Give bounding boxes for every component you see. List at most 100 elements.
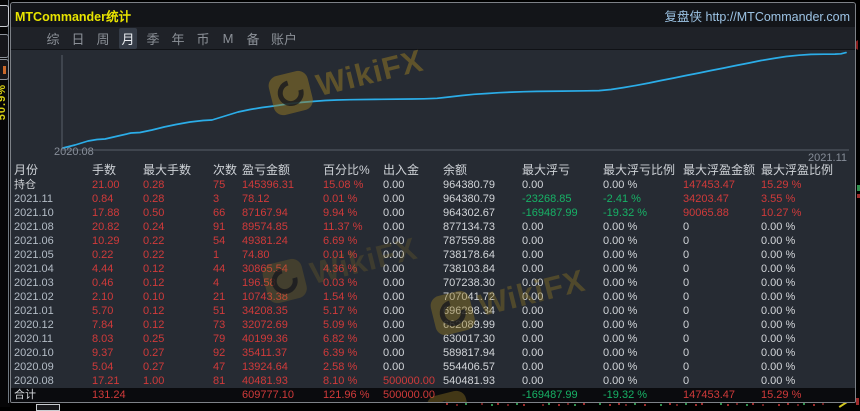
- table-cell: 0.00: [383, 347, 405, 359]
- table-row: 2021.11 0.84 0.28 3 78.12 0.01 % 0.00 964380.79…: [11, 192, 855, 206]
- table-cell: 2021.06: [14, 235, 54, 247]
- table-cell: 0: [683, 347, 690, 359]
- table-cell: 0.84: [92, 193, 114, 205]
- table-cell: 79: [213, 333, 226, 345]
- candle-fragment: [506, 404, 509, 406]
- table-cell: 6.82 %: [323, 333, 358, 345]
- menu-item-综[interactable]: 综: [44, 28, 62, 49]
- column-header: 余额: [443, 163, 468, 177]
- table-cell: 0.00 %: [603, 221, 638, 233]
- table-cell: 2021.11: [14, 193, 53, 205]
- candle-fragment: [618, 403, 620, 405]
- table-cell: 609777.10: [242, 389, 294, 401]
- table-cell: 0.00 %: [761, 249, 796, 261]
- menu-item-周[interactable]: 周: [94, 28, 112, 49]
- table-cell: 196.58: [242, 277, 276, 289]
- table-cell: 2021.05: [14, 249, 54, 261]
- candle-fragment: [557, 404, 560, 406]
- column-header: 次数: [213, 163, 238, 177]
- table-cell: 3: [213, 193, 220, 205]
- menu-item-币[interactable]: 币: [194, 28, 212, 49]
- table-cell: 0.00 %: [761, 235, 796, 247]
- table-row: 持仓 21.00 0.28 75 145396.31 15.08 % 0.00 964380.…: [11, 178, 855, 192]
- table-cell: 0: [683, 235, 690, 247]
- table-cell: 0.00 %: [761, 333, 796, 345]
- table-total-row: 合计 131.24 609777.10 121.96 % 500000.00 -16948…: [11, 388, 855, 402]
- table-cell: 4: [213, 277, 220, 289]
- candle-fragment: [752, 403, 754, 405]
- table-cell: 9.37: [92, 347, 114, 359]
- column-header: 最大手数: [143, 163, 192, 177]
- table-cell: 54: [213, 235, 226, 247]
- table-cell: 121.96 %: [323, 389, 370, 401]
- table-cell: 500000.00: [383, 389, 435, 401]
- menu-item-季[interactable]: 季: [144, 28, 162, 49]
- table-cell: 1.54 %: [323, 291, 358, 303]
- candle-fragment: [796, 404, 799, 406]
- table-row: 2020.10 9.37 0.27 92 35411.37 6.39 % 0.00 58981…: [11, 346, 855, 360]
- menu-item-账户[interactable]: 账户: [269, 28, 299, 49]
- table-cell: -19.32 %: [603, 207, 648, 219]
- table-cell: 0.00 %: [603, 375, 638, 387]
- table-cell: 5.04: [92, 361, 114, 373]
- table-cell: 0.00: [522, 375, 544, 387]
- toolbar-button-fragment: [0, 5, 9, 27]
- table-cell: 0.00 %: [761, 221, 796, 233]
- table-cell: 630017.30: [443, 333, 495, 345]
- table-cell: 0.22: [143, 249, 165, 261]
- table-cell: -23268.85: [522, 193, 572, 205]
- window-titlebar[interactable]: MTCommander统计 复盘侠 http://MTCommander.com: [11, 3, 855, 27]
- table-cell: 0.00 %: [761, 375, 796, 387]
- table-cell: 74.80: [242, 249, 270, 261]
- table-cell: 5.17 %: [323, 305, 358, 317]
- candle-fragment: [761, 404, 764, 406]
- menu-item-M[interactable]: M: [219, 30, 237, 47]
- table-cell: 147453.47: [683, 389, 735, 401]
- table-cell: 2020.09: [14, 361, 54, 373]
- table-cell: 6.69 %: [323, 235, 358, 247]
- table-cell: 0: [683, 277, 690, 289]
- table-cell: 147453.47: [683, 179, 735, 191]
- table-cell: 0.00: [522, 361, 544, 373]
- x-axis-start-label: 2020.08: [54, 146, 94, 158]
- table-body: 持仓 21.00 0.28 75 145396.31 15.08 % 0.00 964380.…: [11, 178, 855, 402]
- table-cell: 40481.93: [242, 375, 288, 387]
- table-cell: 2.10: [92, 291, 114, 303]
- table-cell: 0.01 %: [323, 249, 358, 261]
- balance-line: [62, 51, 847, 149]
- table-row: 2021.05 0.22 0.22 1 74.80 0.01 % 0.00 738178.64…: [11, 248, 855, 262]
- menu-item-日[interactable]: 日: [69, 28, 87, 49]
- column-header: 月份: [14, 163, 39, 177]
- table-cell: 0.00 %: [761, 361, 796, 373]
- table-cell: 540481.93: [443, 375, 495, 387]
- table-cell: 0.00: [522, 235, 544, 247]
- table-cell: 10.27 %: [761, 207, 802, 219]
- table-cell: 15.29 %: [761, 179, 802, 191]
- menu-bar: 综日周月季年币 M 备账户: [11, 27, 855, 49]
- table-cell: 0: [683, 333, 690, 345]
- table-cell: 0: [683, 291, 690, 303]
- table-cell: 0: [683, 249, 690, 261]
- table-cell: 32072.69: [242, 319, 288, 331]
- table-cell: 0.22: [92, 249, 114, 261]
- table-cell: 145396.31: [242, 179, 294, 191]
- table-cell: 0.00: [383, 221, 405, 233]
- table-cell: 0.00 %: [603, 249, 638, 261]
- table-header-row: 月份 手数 最大手数 次数 盈亏金额 百分比% 出入金 余额 最大浮亏 最大浮亏比例 最大浮盈金额最…: [11, 163, 855, 178]
- candle-fragment: [675, 404, 678, 406]
- candle-fragment: [643, 404, 646, 406]
- table-cell: 5.09 %: [323, 319, 358, 331]
- table-cell: 0.00: [522, 179, 544, 191]
- candle-fragment: [481, 403, 483, 405]
- candle-fragment: [455, 404, 458, 406]
- table-cell: 964380.79: [443, 179, 495, 191]
- menu-item-月[interactable]: 月: [119, 27, 137, 49]
- table-cell: 17.21: [92, 375, 120, 387]
- menu-item-备[interactable]: 备: [244, 28, 262, 49]
- table-row: 2020.08 17.21 1.00 81 40481.93 8.10 % 500000.0…: [11, 374, 855, 388]
- table-cell: 66: [213, 207, 226, 219]
- menu-item-年[interactable]: 年: [169, 28, 187, 49]
- table-cell: 0.00: [383, 277, 405, 289]
- table-cell: 0.27: [143, 361, 165, 373]
- candle-fragment: [736, 403, 738, 405]
